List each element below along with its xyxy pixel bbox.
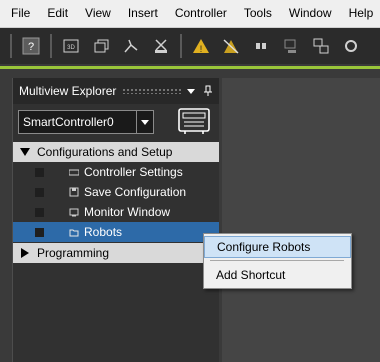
context-item-label: Configure Robots	[217, 240, 311, 254]
context-menu-separator	[210, 260, 344, 261]
item-checkbox[interactable]	[35, 207, 44, 217]
tree-item-save-configuration[interactable]: Save Configuration	[13, 182, 219, 202]
pin-icon[interactable]	[202, 85, 214, 97]
context-item-add-shortcut[interactable]: Add Shortcut	[204, 264, 351, 286]
robots-folder-icon	[69, 227, 79, 237]
svg-text:3D: 3D	[67, 45, 75, 51]
item-checkbox[interactable]	[35, 187, 44, 197]
chevron-right-icon[interactable]	[19, 247, 33, 259]
pause-icon[interactable]	[250, 35, 272, 57]
tree-item-robots[interactable]: Robots	[13, 222, 219, 242]
toolbar-separator	[10, 34, 12, 58]
controller-select[interactable]: SmartController0	[18, 110, 154, 134]
context-item-label: Add Shortcut	[216, 268, 286, 282]
controller-select-value: SmartController0	[23, 115, 114, 129]
menu-insert[interactable]: Insert	[117, 0, 164, 27]
3d-view-icon[interactable]: 3D	[60, 35, 82, 57]
item-checkbox[interactable]	[35, 167, 44, 177]
menu-window[interactable]: Window	[278, 0, 338, 27]
cut-tool-icon[interactable]	[150, 35, 172, 57]
controller-settings-icon	[69, 167, 79, 177]
workspace-area	[222, 78, 380, 362]
group-configurations-and-setup[interactable]: Configurations and Setup	[13, 142, 219, 162]
monitor-icon	[69, 207, 79, 217]
svg-text:?: ?	[28, 41, 34, 53]
item-checkbox[interactable]	[35, 227, 44, 237]
multiview-explorer-panel: Multiview Explorer SmartController0 Conf…	[12, 78, 219, 362]
robot-arm-icon[interactable]	[120, 35, 142, 57]
refresh-icon[interactable]	[340, 35, 362, 57]
program-icon[interactable]	[90, 35, 112, 57]
panel-title: Multiview Explorer	[19, 84, 117, 98]
group-label: Configurations and Setup	[37, 145, 173, 159]
menu-bar: File Edit View Insert Controller Tools W…	[0, 0, 380, 28]
menu-controller[interactable]: Controller	[164, 0, 233, 27]
accent-line	[0, 66, 380, 69]
tree-item-monitor-window[interactable]: Monitor Window	[13, 202, 219, 222]
toolbar: ? 3D !	[0, 28, 380, 64]
tree-item-label: Controller Settings	[84, 165, 183, 179]
help-icon[interactable]: ?	[20, 35, 42, 57]
disconnect-icon[interactable]	[280, 35, 302, 57]
menu-view[interactable]: View	[74, 0, 117, 27]
menu-edit[interactable]: Edit	[36, 0, 74, 27]
context-item-configure-robots[interactable]: Configure Robots	[204, 236, 351, 258]
save-icon	[69, 187, 79, 197]
context-menu: Configure Robots Add Shortcut	[203, 233, 352, 289]
menu-tools[interactable]: Tools	[233, 0, 278, 27]
group-label: Programming	[37, 246, 110, 260]
warning-icon[interactable]: !	[190, 35, 212, 57]
panel-header: Multiview Explorer	[13, 78, 219, 104]
clear-warnings-icon[interactable]	[220, 35, 242, 57]
group-programming[interactable]: Programming	[13, 243, 219, 263]
svg-text:!: !	[200, 44, 203, 54]
tree-item-controller-settings[interactable]: Controller Settings	[13, 162, 219, 182]
chevron-down-icon[interactable]	[19, 147, 33, 157]
controller-device-icon[interactable]	[177, 107, 211, 135]
toolbar-separator	[50, 34, 52, 58]
tree-item-label: Robots	[84, 225, 123, 239]
chevron-down-icon[interactable]	[136, 111, 153, 133]
toolbar-separator	[180, 34, 182, 58]
tree-item-label: Save Configuration	[84, 185, 187, 199]
tree-item-label: Monitor Window	[84, 205, 171, 219]
connect-icon[interactable]	[310, 35, 332, 57]
menu-help[interactable]: Help	[338, 0, 380, 27]
dropdown-icon[interactable]	[185, 85, 197, 97]
drag-grip[interactable]	[122, 88, 181, 94]
menu-file[interactable]: File	[0, 0, 36, 27]
